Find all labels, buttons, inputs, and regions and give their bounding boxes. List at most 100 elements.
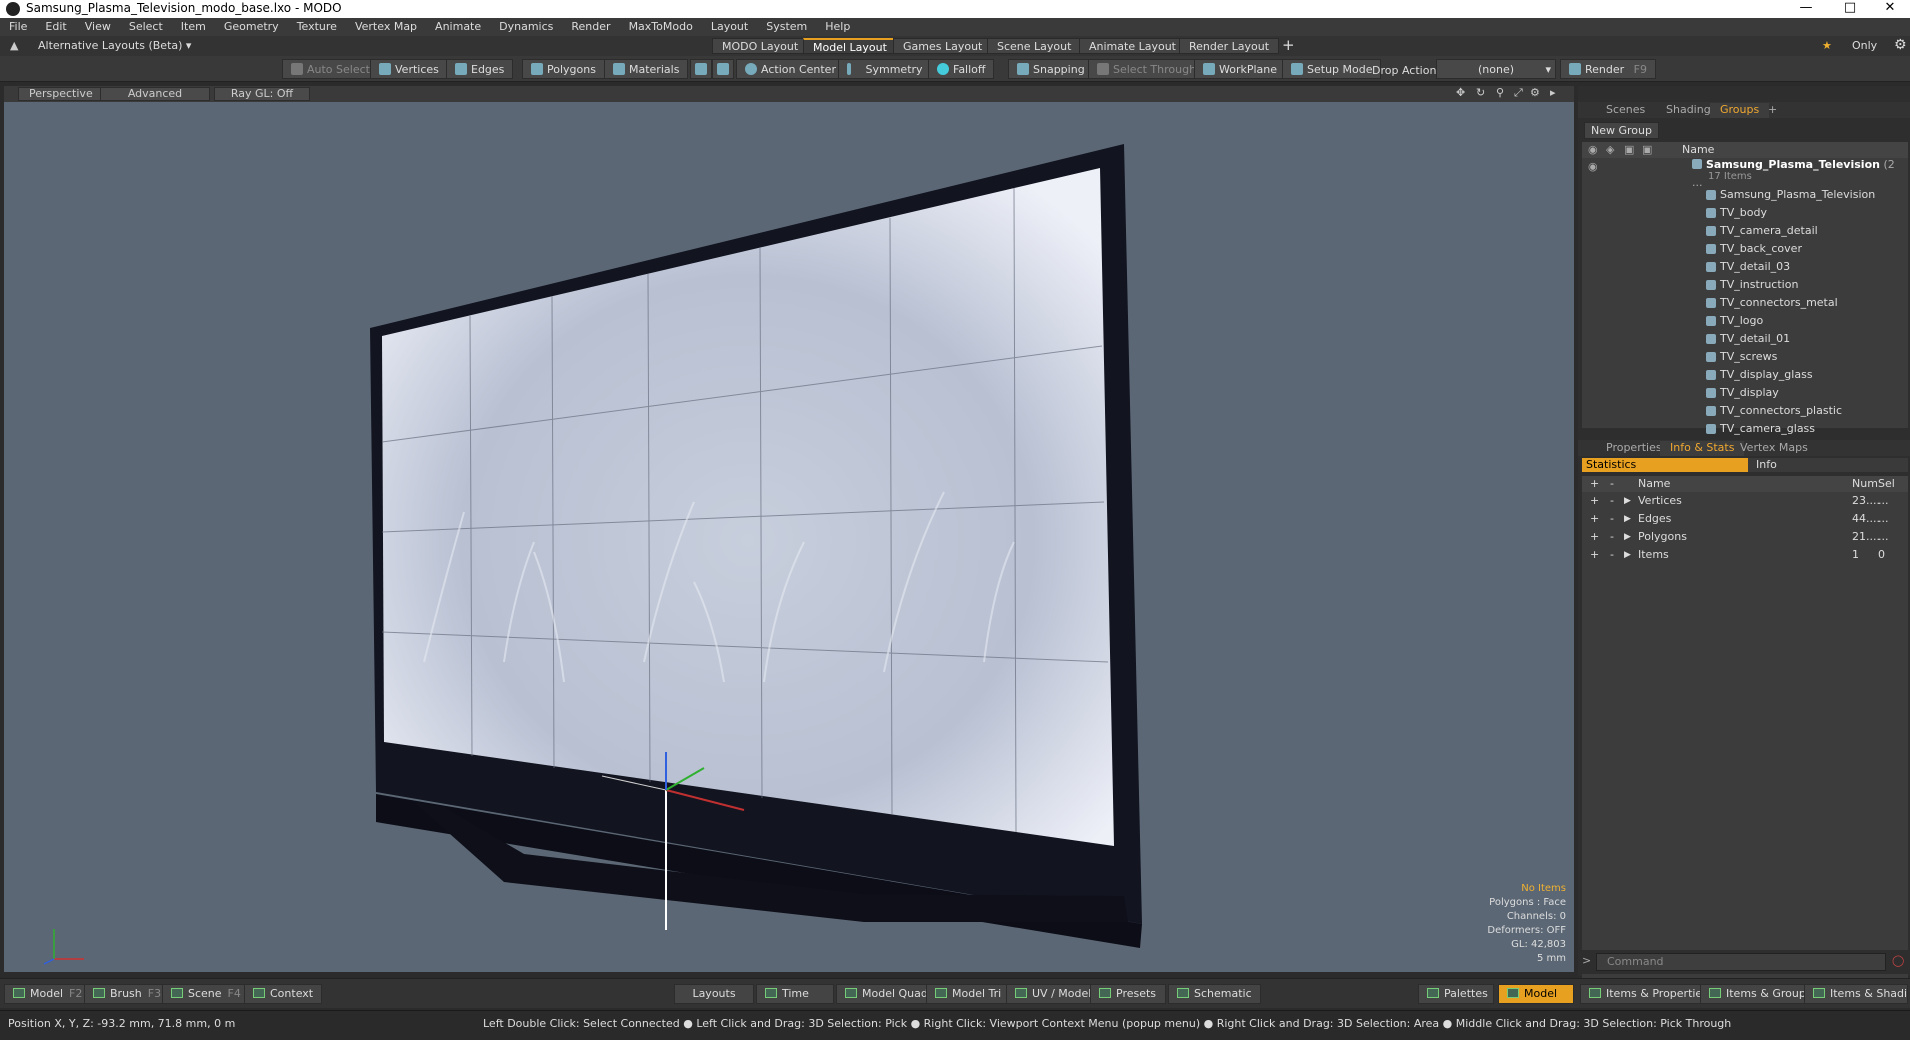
materials-button[interactable]: Materials bbox=[604, 59, 689, 79]
items-properties-button[interactable]: Items & Properties bbox=[1580, 984, 1717, 1004]
collapse-icon[interactable]: - bbox=[1610, 492, 1614, 510]
select-mode-button[interactable] bbox=[690, 59, 712, 79]
scene-mode-button[interactable]: Scene F4 bbox=[162, 984, 250, 1004]
rotate-view-icon[interactable]: ↻ bbox=[1476, 86, 1485, 99]
collapse-icon[interactable]: - bbox=[1610, 510, 1614, 528]
group-item-row[interactable]: TV_detail_01 bbox=[1582, 330, 1908, 348]
model-tri-button[interactable]: Model Tri bbox=[926, 984, 1011, 1004]
items-groups-button[interactable]: Items & Groups bbox=[1700, 984, 1821, 1004]
3d-viewport[interactable]: No Items Polygons : Face Channels: 0 Def… bbox=[4, 102, 1574, 972]
stats-row[interactable]: + - ▶ Vertices 23....... bbox=[1582, 492, 1908, 510]
perspective-button[interactable]: Perspective bbox=[18, 87, 104, 101]
zoom-view-icon[interactable]: ⚲ bbox=[1496, 86, 1504, 99]
menu-layout[interactable]: Layout bbox=[702, 18, 757, 33]
layout-selector[interactable]: Alternative Layouts (Beta) ▾ bbox=[38, 39, 191, 52]
triangle-right-icon[interactable]: ▶ bbox=[1624, 492, 1631, 510]
command-input[interactable]: Command bbox=[1596, 953, 1886, 971]
collapse-icon[interactable]: - bbox=[1610, 546, 1614, 564]
context-button[interactable]: Context bbox=[244, 984, 323, 1004]
menu-dynamics[interactable]: Dynamics bbox=[490, 18, 562, 33]
new-group-button[interactable]: New Group bbox=[1584, 122, 1659, 139]
setup-mode-button[interactable]: Setup Mode bbox=[1282, 59, 1382, 79]
menu-item[interactable]: Item bbox=[172, 18, 215, 33]
vertices-button[interactable]: Vertices bbox=[370, 59, 448, 79]
menu-select[interactable]: Select bbox=[120, 18, 172, 33]
menu-maxtomodo[interactable]: MaxToModo bbox=[620, 18, 702, 33]
tab-info[interactable]: Info bbox=[1756, 458, 1777, 471]
tab-animate-layout[interactable]: Animate Layout bbox=[1079, 38, 1186, 54]
root-visibility-icon[interactable]: ◉ bbox=[1588, 158, 1598, 176]
advanced-button[interactable]: Advanced bbox=[100, 87, 210, 101]
palettes-button[interactable]: Palettes bbox=[1418, 984, 1494, 1004]
menu-file[interactable]: File bbox=[0, 18, 36, 33]
model-layout-button[interactable]: Model bbox=[1498, 984, 1574, 1004]
group-item-row[interactable]: TV_display_glass bbox=[1582, 366, 1908, 384]
edges-button[interactable]: Edges bbox=[446, 59, 514, 79]
drop-action-select[interactable]: (none) ▾ bbox=[1436, 59, 1556, 79]
tab-modo-layout[interactable]: MODO Layout bbox=[712, 38, 809, 54]
menu-geometry[interactable]: Geometry bbox=[215, 18, 288, 33]
tab-statistics[interactable]: Statistics bbox=[1582, 458, 1748, 472]
triangle-right-icon[interactable]: ▶ bbox=[1624, 546, 1631, 564]
select-mode-2-button[interactable] bbox=[712, 59, 734, 79]
menu-animate[interactable]: Animate bbox=[426, 18, 490, 33]
group-item-row[interactable]: TV_body bbox=[1582, 204, 1908, 222]
expand-all-icon[interactable]: + bbox=[1590, 476, 1599, 492]
group-item-row[interactable]: TV_connectors_metal bbox=[1582, 294, 1908, 312]
group-item-row[interactable]: TV_connectors_plastic bbox=[1582, 402, 1908, 420]
viewport-gear-icon[interactable]: ⚙ bbox=[1530, 86, 1540, 99]
expand-icon[interactable]: + bbox=[1590, 546, 1599, 564]
command-stop-icon[interactable]: ◯ bbox=[1892, 954, 1904, 967]
tab-scenes[interactable]: Scenes bbox=[1596, 103, 1655, 118]
group-item-row[interactable]: TV_instruction bbox=[1582, 276, 1908, 294]
group-item-row[interactable]: TV_detail_03 bbox=[1582, 258, 1908, 276]
polygons-button[interactable]: Polygons bbox=[522, 59, 605, 79]
viewport-arrow-icon[interactable]: ▸ bbox=[1550, 86, 1556, 99]
action-center-button[interactable]: Action Center bbox=[736, 59, 845, 79]
group-item-row[interactable]: TV_screws bbox=[1582, 348, 1908, 366]
move-view-icon[interactable]: ✥ bbox=[1456, 86, 1465, 99]
tab-games-layout[interactable]: Games Layout bbox=[893, 38, 993, 54]
symmetry-button[interactable]: Symmetry bbox=[838, 59, 932, 79]
triangle-right-icon[interactable]: ▶ bbox=[1624, 528, 1631, 546]
menu-edit[interactable]: Edit bbox=[36, 18, 75, 33]
maximize-icon[interactable]: □ bbox=[1830, 0, 1870, 18]
time-button[interactable]: Time bbox=[756, 984, 834, 1004]
select-through-button[interactable]: Select Through bbox=[1088, 59, 1206, 79]
layouts-button[interactable]: Layouts bbox=[674, 984, 754, 1004]
menu-render[interactable]: Render bbox=[562, 18, 619, 33]
menu-system[interactable]: System bbox=[757, 18, 816, 33]
menu-texture[interactable]: Texture bbox=[288, 18, 346, 33]
group-root-row[interactable]: ◉ Samsung_Plasma_Television (2 ... 17 It… bbox=[1582, 158, 1908, 189]
menu-vertex-map[interactable]: Vertex Map bbox=[346, 18, 426, 33]
workplane-button[interactable]: WorkPlane bbox=[1194, 59, 1287, 79]
group-item-row[interactable]: TV_back_cover bbox=[1582, 240, 1908, 258]
only-toggle[interactable]: Only bbox=[1852, 39, 1877, 52]
add-layout-icon[interactable]: + bbox=[1282, 36, 1295, 54]
render-button[interactable]: Render F9 bbox=[1560, 59, 1656, 79]
group-item-row[interactable]: TV_camera_detail bbox=[1582, 222, 1908, 240]
collapse-icon[interactable]: - bbox=[1610, 528, 1614, 546]
group-item-row[interactable]: TV_logo bbox=[1582, 312, 1908, 330]
add-tab-icon[interactable]: + bbox=[1758, 103, 1787, 118]
presets-button[interactable]: Presets bbox=[1090, 984, 1166, 1004]
model-quad-button[interactable]: Model Quad bbox=[836, 984, 937, 1004]
tab-vertex-maps[interactable]: Vertex Maps bbox=[1730, 441, 1818, 456]
stats-row[interactable]: + - ▶ Edges 44....... bbox=[1582, 510, 1908, 528]
auto-select-button[interactable]: Auto Select bbox=[282, 59, 379, 79]
tab-scene-layout[interactable]: Scene Layout bbox=[987, 38, 1082, 54]
expand-icon[interactable]: + bbox=[1590, 492, 1599, 510]
stats-row[interactable]: + - ▶ Polygons 21....... bbox=[1582, 528, 1908, 546]
uv-model-button[interactable]: UV / Model bbox=[1006, 984, 1101, 1004]
brush-mode-button[interactable]: Brush F3 bbox=[84, 984, 171, 1004]
expand-icon[interactable]: + bbox=[1590, 528, 1599, 546]
schematic-button[interactable]: Schematic bbox=[1168, 984, 1261, 1004]
menu-help[interactable]: Help bbox=[816, 18, 859, 33]
menu-view[interactable]: View bbox=[76, 18, 120, 33]
close-icon[interactable]: ✕ bbox=[1870, 0, 1910, 18]
model-mode-button[interactable]: Model F2 bbox=[4, 984, 92, 1004]
triangle-right-icon[interactable]: ▶ bbox=[1624, 510, 1631, 528]
items-shading-button[interactable]: Items & Shading bbox=[1804, 984, 1908, 1004]
stats-row[interactable]: + - ▶ Items 1 0 bbox=[1582, 546, 1908, 564]
tab-model-layout[interactable]: Model Layout bbox=[803, 38, 897, 54]
